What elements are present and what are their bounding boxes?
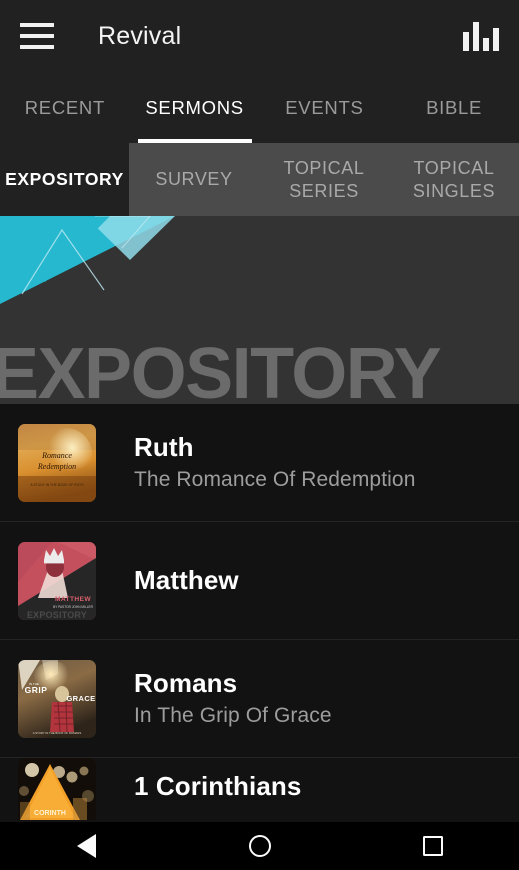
subtab-label: SURVEY xyxy=(155,169,233,190)
sermon-thumbnail-matthew: MATTHEW BY PASTOR JOHN MILLER EXPOSITORY xyxy=(18,541,96,620)
back-triangle-icon xyxy=(77,834,96,858)
tab-bible[interactable]: BIBLE xyxy=(389,72,519,143)
subtab-label: TOPICAL SINGLES xyxy=(413,157,495,202)
home-circle-icon xyxy=(248,835,271,857)
hamburger-bar xyxy=(20,23,54,27)
page-title: Revival xyxy=(98,21,182,50)
list-item-subtitle: The Romance Of Redemption xyxy=(134,468,416,492)
svg-text:IN THE: IN THE xyxy=(29,682,39,686)
home-button[interactable] xyxy=(173,822,346,870)
hero-banner: EXPOSITORY xyxy=(0,216,519,404)
subtab-topical-singles[interactable]: TOPICAL SINGLES xyxy=(389,143,519,216)
tab-sermons[interactable]: SERMONS xyxy=(130,72,260,143)
tab-label: BIBLE xyxy=(426,96,483,118)
sermon-list: Romance Redemption A STUDY IN THE BOOK O… xyxy=(0,404,519,820)
app-bar: Revival xyxy=(0,0,519,72)
svg-text:Romance: Romance xyxy=(41,451,72,460)
subtab-label-line1: TOPICAL xyxy=(413,158,495,178)
list-item-text: Matthew xyxy=(134,564,239,595)
svg-text:BY PASTOR JOHN MILLER: BY PASTOR JOHN MILLER xyxy=(53,605,94,609)
sermon-thumbnail-1-corinthians: CORINTH xyxy=(18,758,96,820)
list-item-text: Ruth The Romance Of Redemption xyxy=(134,431,416,492)
subtab-label-line2: SERIES xyxy=(289,180,359,201)
list-item-subtitle: In The Grip Of Grace xyxy=(134,704,332,728)
subtab-survey[interactable]: SURVEY xyxy=(129,143,259,216)
list-item-title: Ruth xyxy=(134,431,194,462)
svg-text:GRACE: GRACE xyxy=(66,694,95,703)
subtab-label: EXPOSITORY xyxy=(5,168,124,189)
back-button[interactable] xyxy=(0,822,173,870)
list-item[interactable]: Romance Redemption A STUDY IN THE BOOK O… xyxy=(0,404,519,522)
list-item-text: Romans In The Grip Of Grace xyxy=(134,667,332,728)
svg-text:A STUDY IN THE BOOK OF RUTH: A STUDY IN THE BOOK OF RUTH xyxy=(30,483,84,487)
list-item-title: Romans xyxy=(134,667,238,698)
equalizer-bar xyxy=(493,28,499,51)
recents-square-icon xyxy=(422,836,443,856)
list-item-text: 1 Corinthians xyxy=(134,771,302,801)
list-item[interactable]: CORINTH 1 Corinthians xyxy=(0,758,519,820)
recents-button[interactable] xyxy=(346,822,519,870)
sermon-thumbnail-romans: GRIP IN THE GRACE A STUDY IN THE BOOK OF… xyxy=(18,659,96,738)
subtab-label-line1: TOPICAL xyxy=(283,158,365,178)
app-root: Revival RECENT SERMONS EVENTS BIBLE EXPO… xyxy=(0,0,519,870)
subtab-topical-series[interactable]: TOPICAL SERIES xyxy=(259,143,389,216)
list-item-title: Matthew xyxy=(134,564,239,595)
subtab-expository[interactable]: EXPOSITORY xyxy=(0,143,129,216)
equalizer-bar xyxy=(473,22,479,51)
secondary-tab-bar: EXPOSITORY SURVEY TOPICAL SERIES TOPICAL… xyxy=(0,143,519,216)
equalizer-bar xyxy=(483,38,489,51)
list-item[interactable]: MATTHEW BY PASTOR JOHN MILLER EXPOSITORY… xyxy=(0,522,519,640)
sermon-thumbnail-ruth: Romance Redemption A STUDY IN THE BOOK O… xyxy=(18,423,96,502)
tab-recent[interactable]: RECENT xyxy=(0,72,130,143)
hamburger-bar xyxy=(20,34,54,38)
equalizer-bars-icon[interactable] xyxy=(463,21,499,51)
svg-text:CORINTH: CORINTH xyxy=(34,810,66,817)
svg-text:Redemption: Redemption xyxy=(37,462,76,471)
subtab-label-line2: SINGLES xyxy=(412,180,496,201)
equalizer-bar xyxy=(463,32,469,51)
svg-text:MATTHEW: MATTHEW xyxy=(55,596,91,603)
hamburger-bar xyxy=(20,45,54,49)
tab-label: EVENTS xyxy=(285,96,364,118)
hamburger-menu-icon[interactable] xyxy=(20,21,54,51)
tab-events[interactable]: EVENTS xyxy=(260,72,390,143)
subtab-label: TOPICAL SERIES xyxy=(284,157,365,202)
primary-tab-bar: RECENT SERMONS EVENTS BIBLE xyxy=(0,72,519,143)
tab-label: SERMONS xyxy=(145,96,244,118)
svg-text:GRIP: GRIP xyxy=(25,685,48,695)
tab-label: RECENT xyxy=(24,96,105,118)
list-item-title: 1 Corinthians xyxy=(134,771,302,801)
svg-text:A STUDY IN THE BOOK OF ROMANS: A STUDY IN THE BOOK OF ROMANS xyxy=(33,731,82,735)
hero-title: EXPOSITORY xyxy=(0,334,442,404)
svg-text:EXPOSITORY: EXPOSITORY xyxy=(27,610,87,620)
list-item[interactable]: GRIP IN THE GRACE A STUDY IN THE BOOK OF… xyxy=(0,640,519,758)
android-navigation-bar xyxy=(0,822,519,870)
